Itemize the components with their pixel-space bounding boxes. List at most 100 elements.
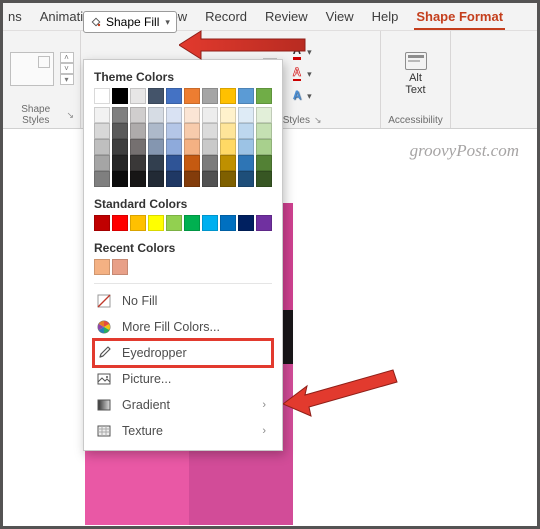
color-swatch[interactable] — [202, 123, 218, 139]
tab-help[interactable]: Help — [372, 9, 399, 24]
gallery-down-button[interactable]: ˅ — [60, 63, 74, 74]
color-swatch[interactable] — [184, 139, 200, 155]
color-swatch[interactable] — [238, 139, 254, 155]
quick-style-thumb[interactable] — [10, 52, 54, 86]
color-swatch[interactable] — [184, 215, 200, 231]
menu-more-label: More Fill Colors... — [122, 320, 220, 334]
color-swatch[interactable] — [148, 88, 164, 104]
color-swatch[interactable] — [184, 155, 200, 171]
color-swatch[interactable] — [130, 155, 146, 171]
tab-review[interactable]: Review — [265, 9, 308, 24]
color-swatch[interactable] — [220, 155, 236, 171]
color-swatch[interactable] — [112, 155, 128, 171]
color-swatch[interactable] — [166, 107, 182, 123]
color-swatch[interactable] — [148, 171, 164, 187]
color-swatch[interactable] — [184, 88, 200, 104]
color-swatch[interactable] — [130, 123, 146, 139]
color-swatch[interactable] — [256, 123, 272, 139]
color-swatch[interactable] — [148, 215, 164, 231]
color-swatch[interactable] — [166, 88, 182, 104]
color-swatch[interactable] — [112, 123, 128, 139]
color-swatch[interactable] — [148, 139, 164, 155]
color-swatch[interactable] — [256, 88, 272, 104]
shape-fill-button[interactable]: Shape Fill ▾ — [83, 11, 177, 33]
color-swatch[interactable] — [94, 259, 110, 275]
color-swatch[interactable] — [220, 171, 236, 187]
color-swatch[interactable] — [130, 107, 146, 123]
menu-picture[interactable]: Picture... — [94, 366, 272, 392]
color-swatch[interactable] — [130, 171, 146, 187]
alt-text-button[interactable]: Alt Text — [405, 52, 427, 96]
text-outline-button[interactable]: A▾ — [289, 64, 316, 84]
menu-texture[interactable]: Texture › — [94, 418, 272, 444]
shape-styles-launcher-icon[interactable]: ↘ — [66, 110, 74, 121]
gallery-up-button[interactable]: ˄ — [60, 52, 74, 63]
color-swatch[interactable] — [148, 123, 164, 139]
color-swatch[interactable] — [202, 215, 218, 231]
color-swatch[interactable] — [202, 155, 218, 171]
color-swatch[interactable] — [238, 123, 254, 139]
menu-gradient[interactable]: Gradient › — [94, 392, 272, 418]
color-swatch[interactable] — [130, 215, 146, 231]
color-swatch[interactable] — [166, 171, 182, 187]
color-swatch[interactable] — [112, 88, 128, 104]
tab-view[interactable]: View — [326, 9, 354, 24]
color-swatch[interactable] — [238, 88, 254, 104]
color-swatch[interactable] — [184, 107, 200, 123]
menu-eyedropper-label: Eyedropper — [122, 346, 187, 360]
color-swatch[interactable] — [256, 215, 272, 231]
tab-transitions-cut[interactable]: ns — [8, 9, 22, 24]
color-swatch[interactable] — [256, 107, 272, 123]
color-swatch[interactable] — [166, 155, 182, 171]
color-swatch[interactable] — [256, 155, 272, 171]
color-swatch[interactable] — [256, 139, 272, 155]
color-swatch[interactable] — [166, 215, 182, 231]
color-swatch[interactable] — [94, 171, 110, 187]
color-swatch[interactable] — [112, 171, 128, 187]
color-swatch[interactable] — [112, 139, 128, 155]
color-swatch[interactable] — [238, 171, 254, 187]
color-swatch[interactable] — [112, 215, 128, 231]
text-effects-button[interactable]: A▾ — [289, 86, 316, 106]
color-swatch[interactable] — [202, 107, 218, 123]
color-swatch[interactable] — [238, 215, 254, 231]
menu-more-fill-colors[interactable]: More Fill Colors... — [94, 314, 272, 340]
color-swatch[interactable] — [238, 107, 254, 123]
color-swatch[interactable] — [220, 88, 236, 104]
color-swatch[interactable] — [202, 139, 218, 155]
color-swatch[interactable] — [130, 139, 146, 155]
color-swatch[interactable] — [112, 107, 128, 123]
tab-record[interactable]: Record — [205, 9, 247, 24]
quick-styles-gallery[interactable] — [10, 52, 54, 86]
color-swatch[interactable] — [148, 155, 164, 171]
color-swatch[interactable] — [220, 139, 236, 155]
color-swatch[interactable] — [166, 139, 182, 155]
annotation-arrow-shapefill — [179, 27, 309, 63]
color-swatch[interactable] — [220, 107, 236, 123]
color-swatch[interactable] — [184, 123, 200, 139]
color-swatch[interactable] — [94, 155, 110, 171]
color-swatch[interactable] — [184, 171, 200, 187]
color-swatch[interactable] — [220, 123, 236, 139]
color-swatch[interactable] — [166, 123, 182, 139]
menu-no-fill[interactable]: No Fill — [94, 288, 272, 314]
color-swatch[interactable] — [148, 107, 164, 123]
menu-eyedropper[interactable]: Eyedropper — [94, 340, 272, 366]
color-swatch[interactable] — [202, 88, 218, 104]
color-swatch[interactable] — [112, 259, 128, 275]
color-swatch[interactable] — [202, 171, 218, 187]
tab-shape-format[interactable]: Shape Format — [416, 9, 503, 24]
color-swatch[interactable] — [94, 123, 110, 139]
color-swatch[interactable] — [238, 155, 254, 171]
color-swatch[interactable] — [130, 88, 146, 104]
color-swatch[interactable] — [256, 171, 272, 187]
color-swatch[interactable] — [94, 107, 110, 123]
color-swatch[interactable] — [94, 88, 110, 104]
wordart-launcher-icon[interactable]: ↘ — [314, 115, 322, 126]
gallery-more-button[interactable]: ▾ — [60, 74, 74, 85]
recent-colors-heading: Recent Colors — [94, 241, 272, 255]
chevron-down-icon: ▾ — [307, 91, 312, 102]
color-swatch[interactable] — [94, 215, 110, 231]
color-swatch[interactable] — [94, 139, 110, 155]
color-swatch[interactable] — [220, 215, 236, 231]
